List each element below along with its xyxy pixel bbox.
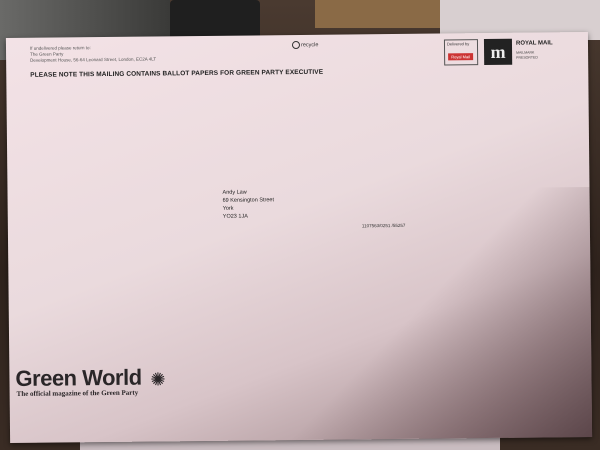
envelope: If undelivered please return to: The Gre… [5,31,593,444]
royal-mail-logo: m [483,38,513,66]
recipient-postcode: YO23 1JA [222,213,248,220]
royal-mail-mark: m ROYAL MAIL MAILMARK PRESORTED [483,36,564,67]
return-address-line: Development House, 56-64 Leonard Street,… [30,56,157,63]
background-object [170,0,260,40]
ballot-notice: PLEASE NOTE THIS MAILING CONTAINS BALLOT… [30,68,324,79]
royal-mail-sub-line: PRESORTED [516,54,538,60]
postage-box: Delivered by Royal Mail [443,39,479,66]
background-object [315,0,445,28]
sun-icon: ✺ [150,369,166,390]
shadow-overlay [289,186,593,441]
recycle-icon [291,40,301,50]
royal-mail-badge: Royal Mail [448,53,474,61]
royal-mail-sub: MAILMARK PRESORTED [516,50,538,60]
royal-mail-text: ROYAL MAIL [515,40,553,47]
recycle-mark: recycle [291,40,319,50]
magazine-subtitle: The official magazine of the Green Party [16,388,139,398]
delivered-by-label: Delivered by [446,41,470,47]
recycle-label: recycle [300,42,319,49]
return-address: If undelivered please return to: The Gre… [30,44,156,63]
recipient-address: Andy Law 69 Kensington Street York YO23 … [222,188,274,221]
recipient-street: 69 Kensington Street [222,197,275,204]
